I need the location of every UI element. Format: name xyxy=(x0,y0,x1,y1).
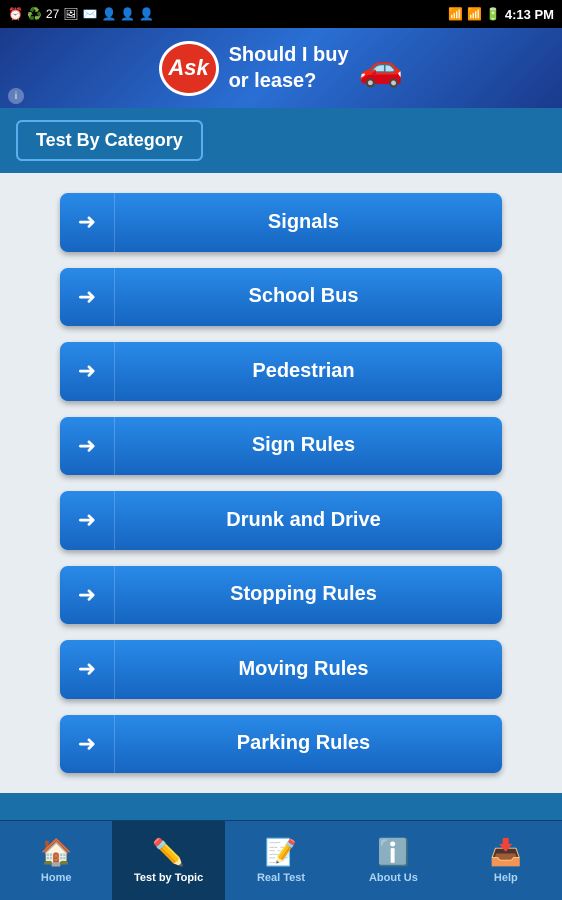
nav-item-test-by-topic[interactable]: ✏️ Test by Topic xyxy=(112,821,224,900)
test-by-topic-icon: ✏️ xyxy=(152,837,184,868)
arrow-icon-signals: ➜ xyxy=(60,193,115,252)
category-label-sign-rules: Sign Rules xyxy=(115,434,502,457)
nav-item-help[interactable]: 📥 Help xyxy=(450,821,562,900)
category-btn-stopping-rules[interactable]: ➜ Stopping Rules xyxy=(60,566,502,625)
ad-text: Should I buy or lease? xyxy=(229,42,349,94)
arrow-icon-school-bus: ➜ xyxy=(60,268,115,327)
home-label: Home xyxy=(41,872,72,884)
time-display: 4:13 PM xyxy=(505,7,554,22)
nav-item-real-test[interactable]: 📝 Real Test xyxy=(225,821,337,900)
category-label-signals: Signals xyxy=(115,211,502,234)
arrow-icon-parking-rules: ➜ xyxy=(60,715,115,774)
category-btn-drunk-and-drive[interactable]: ➜ Drunk and Drive xyxy=(60,491,502,550)
category-btn-moving-rules[interactable]: ➜ Moving Rules xyxy=(60,640,502,699)
category-label-moving-rules: Moving Rules xyxy=(115,658,502,681)
ad-banner[interactable]: Ask Should I buy or lease? 🚗 i xyxy=(0,28,562,108)
category-btn-sign-rules[interactable]: ➜ Sign Rules xyxy=(60,417,502,476)
category-label-stopping-rules: Stopping Rules xyxy=(115,583,502,606)
ask-logo: Ask xyxy=(159,41,219,96)
category-btn-signals[interactable]: ➜ Signals xyxy=(60,193,502,252)
wifi-icon: 📶 xyxy=(448,7,463,21)
nav-item-home[interactable]: 🏠 Home xyxy=(0,821,112,900)
category-list: ➜ Signals ➜ School Bus ➜ Pedestrian ➜ Si… xyxy=(0,173,562,793)
category-label-school-bus: School Bus xyxy=(115,285,502,308)
ad-car-icon: 🚗 xyxy=(359,47,404,89)
user-icon3: 👤 xyxy=(139,7,154,21)
arrow-icon-moving-rules: ➜ xyxy=(60,640,115,699)
about-us-icon: ℹ️ xyxy=(377,837,409,868)
status-left: ⏰ ♻️ 27 🖼 ✉️ 👤 👤 👤 xyxy=(8,7,154,21)
category-label-drunk-and-drive: Drunk and Drive xyxy=(115,509,502,532)
alarm-icon: ⏰ xyxy=(8,7,23,21)
home-icon: 🏠 xyxy=(40,837,72,868)
status-bar: ⏰ ♻️ 27 🖼 ✉️ 👤 👤 👤 📶 📶 🔋 4:13 PM xyxy=(0,0,562,28)
mail-icon: ✉️ xyxy=(83,7,98,21)
category-btn-school-bus[interactable]: ➜ School Bus xyxy=(60,268,502,327)
user-icon1: 👤 xyxy=(101,7,116,21)
battery-icon: 🔋 xyxy=(486,7,501,21)
notification-count: 27 xyxy=(46,7,59,21)
signal-icon: 📶 xyxy=(467,7,482,21)
category-label-pedestrian: Pedestrian xyxy=(115,360,502,383)
help-icon: 📥 xyxy=(490,837,522,868)
page-title: Test By Category xyxy=(36,130,183,150)
arrow-icon-sign-rules: ➜ xyxy=(60,417,115,476)
status-right: 📶 📶 🔋 4:13 PM xyxy=(448,7,554,22)
category-btn-pedestrian[interactable]: ➜ Pedestrian xyxy=(60,342,502,401)
real-test-icon: 📝 xyxy=(265,837,297,868)
image-icon: 🖼 xyxy=(63,7,78,21)
category-btn-parking-rules[interactable]: ➜ Parking Rules xyxy=(60,715,502,774)
arrow-icon-drunk-and-drive: ➜ xyxy=(60,491,115,550)
help-label: Help xyxy=(494,872,518,884)
arrow-icon-stopping-rules: ➜ xyxy=(60,566,115,625)
page-title-box: Test By Category xyxy=(16,120,203,161)
real-test-label: Real Test xyxy=(257,872,305,884)
about-us-label: About Us xyxy=(369,872,418,884)
ad-info-icon[interactable]: i xyxy=(8,88,24,104)
category-label-parking-rules: Parking Rules xyxy=(115,732,502,755)
header: Test By Category xyxy=(0,108,562,173)
user-icon2: 👤 xyxy=(120,7,135,21)
bottom-nav: 🏠 Home ✏️ Test by Topic 📝 Real Test ℹ️ A… xyxy=(0,820,562,900)
test-by-topic-label: Test by Topic xyxy=(134,872,203,884)
arrow-icon-pedestrian: ➜ xyxy=(60,342,115,401)
nav-item-about-us[interactable]: ℹ️ About Us xyxy=(337,821,449,900)
recycle-icon: ♻️ xyxy=(27,7,42,21)
